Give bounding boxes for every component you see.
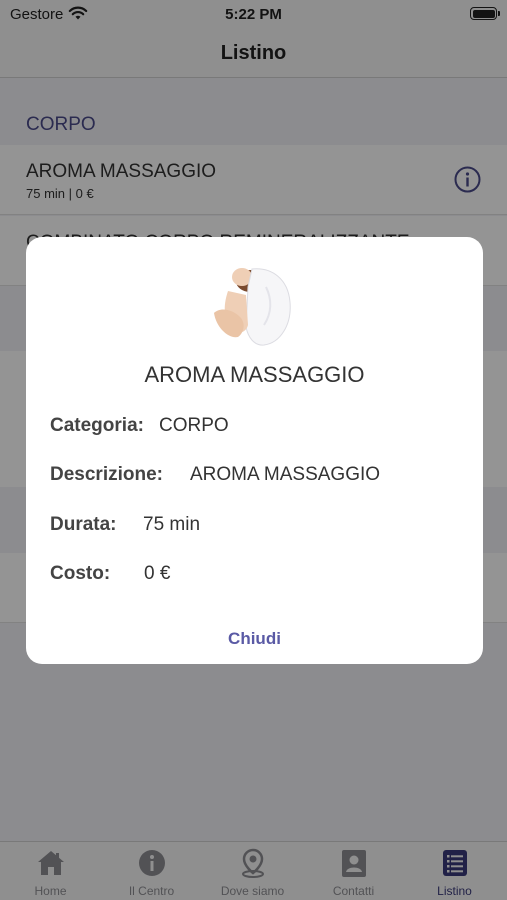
field-costo: Costo: 0 €: [50, 563, 170, 585]
close-button[interactable]: Chiudi: [26, 629, 483, 649]
dialog-title: AROMA MASSAGGIO: [144, 362, 365, 387]
field-label: Descrizione:: [50, 464, 163, 485]
detail-dialog: AROMA MASSAGGIO Categoria: CORPO Descriz…: [26, 237, 483, 664]
field-value: 0 €: [144, 563, 171, 584]
field-categoria: Categoria: CORPO: [50, 415, 229, 437]
field-value: AROMA MASSAGGIO: [190, 464, 381, 485]
field-durata: Durata: 75 min: [50, 514, 200, 536]
spa-woman-photo: [214, 268, 291, 346]
field-value: 75 min: [143, 514, 201, 535]
field-label: Categoria:: [50, 415, 144, 436]
field-value: CORPO: [159, 415, 229, 436]
field-label: Durata:: [50, 514, 117, 535]
field-descrizione: Descrizione: AROMA MASSAGGIO: [50, 464, 380, 486]
field-label: Costo:: [50, 563, 111, 584]
